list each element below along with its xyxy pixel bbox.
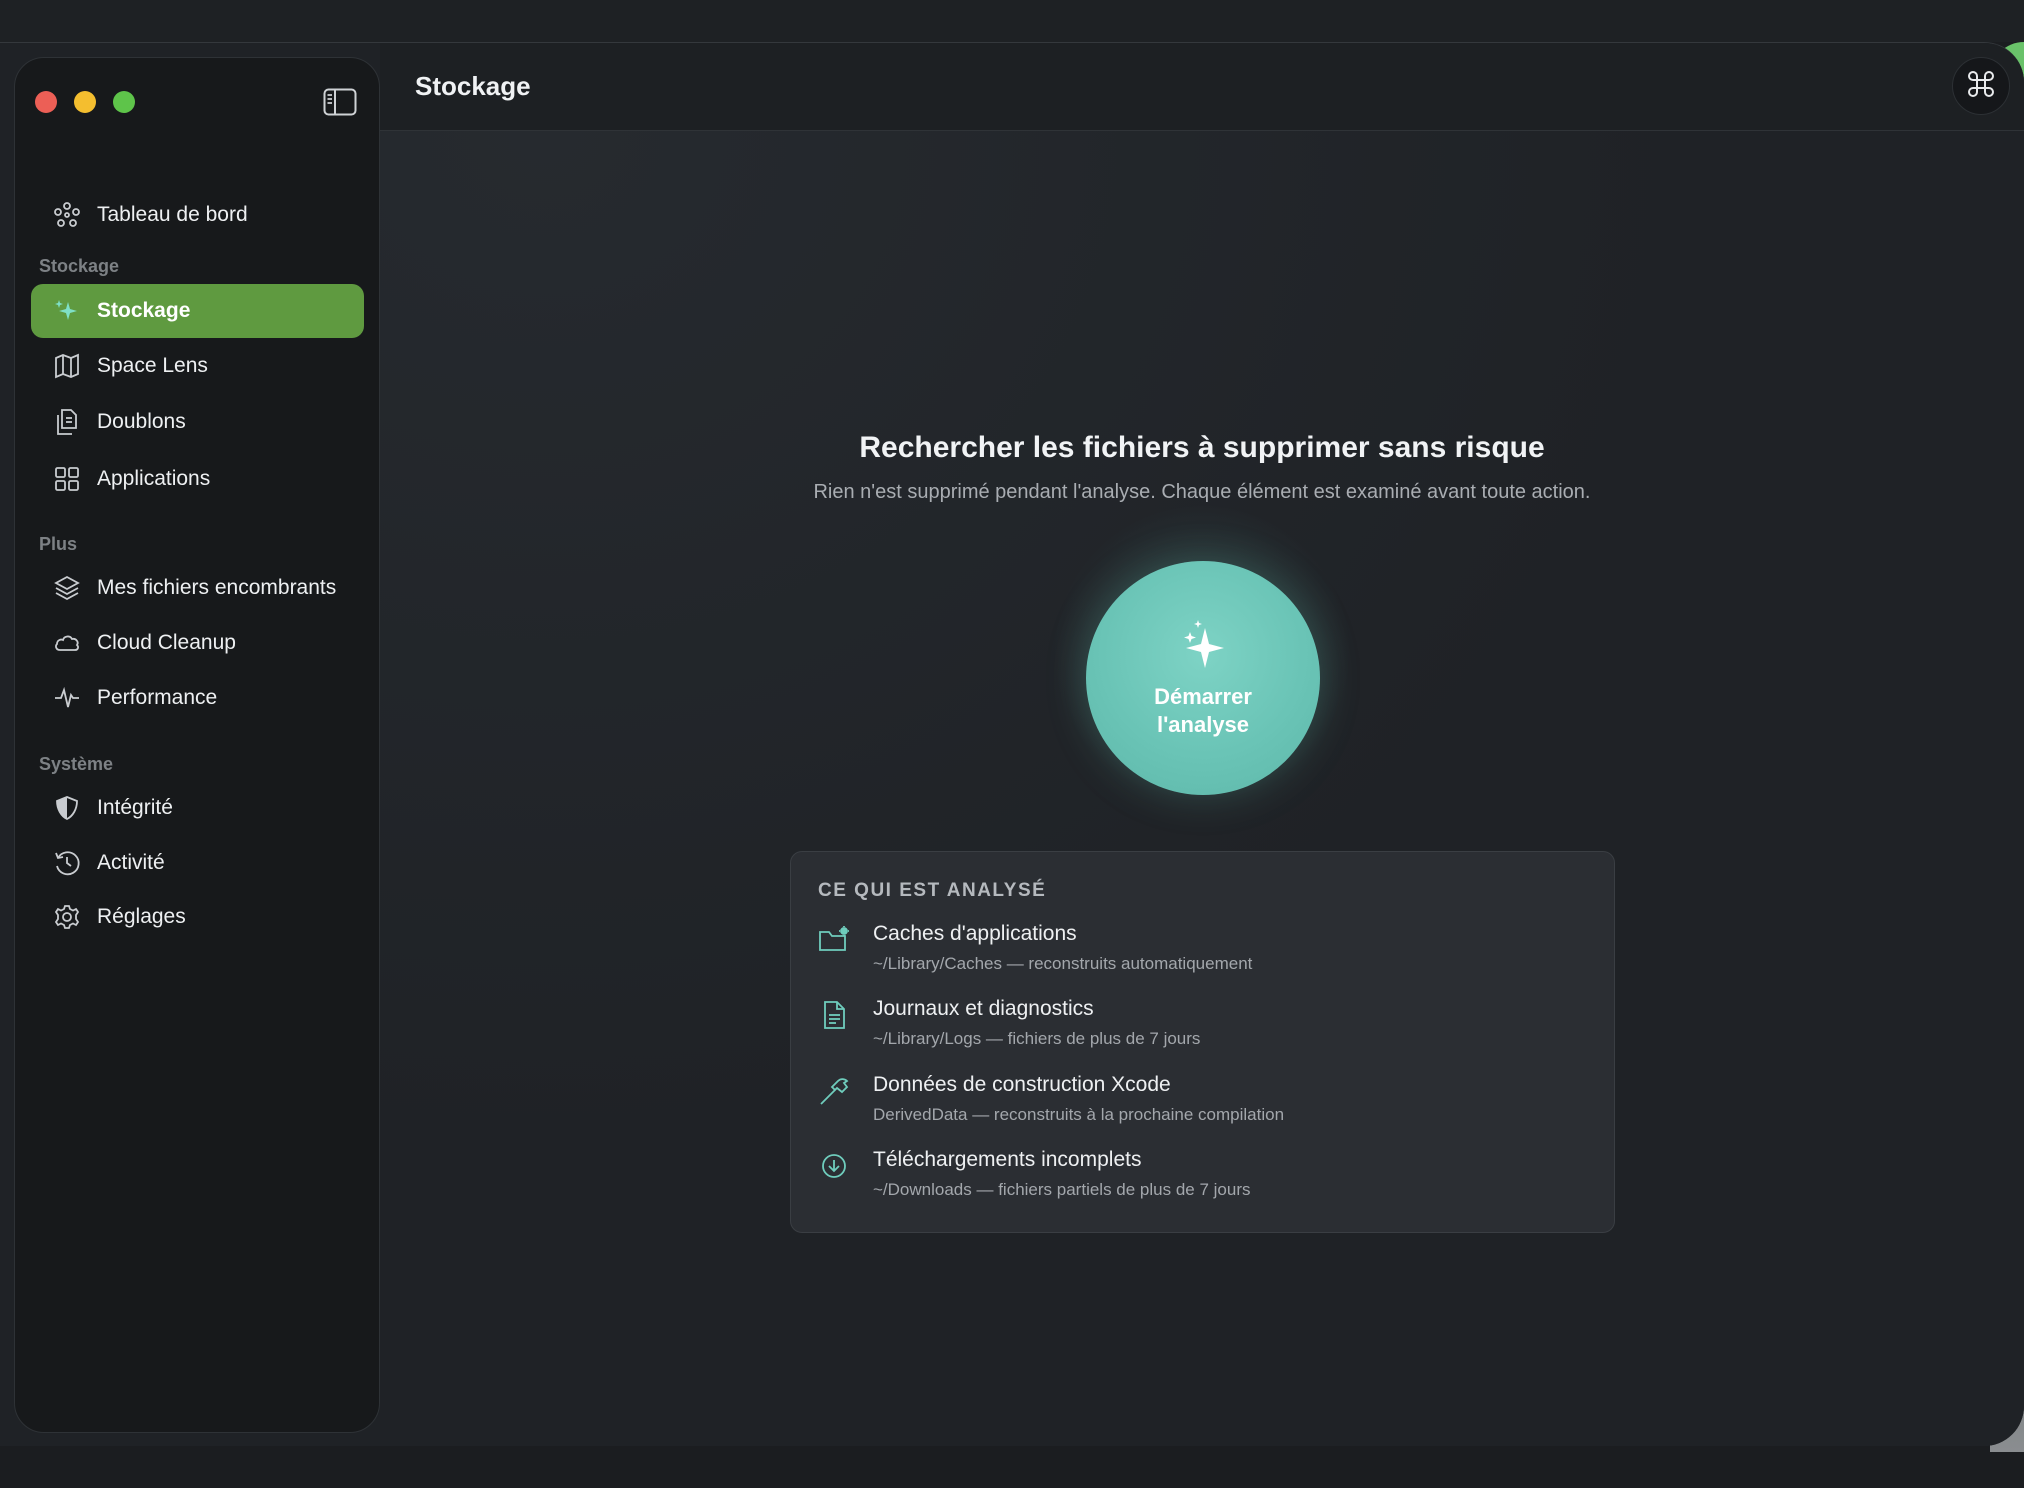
scan-item-downloads: Téléchargements incomplets ~/Downloads —… — [818, 1148, 1598, 1212]
start-scan-label: Démarrer l'analyse — [1154, 683, 1252, 737]
panel-title: CE QUI EST ANALYSÉ — [818, 880, 1047, 901]
sidebar-item-label: Performance — [97, 686, 218, 709]
sparkles-icon — [1178, 618, 1228, 677]
sparkles-icon — [53, 297, 81, 325]
pulse-icon — [53, 684, 81, 712]
scan-item-title: Données de construction Xcode — [873, 1073, 1171, 1096]
top-strip — [0, 0, 2024, 42]
toolbar: Stockage — [380, 43, 2024, 131]
start-scan-button[interactable]: Démarrer l'analyse — [1086, 561, 1320, 795]
sidebar-item-dashboard[interactable]: Tableau de bord — [31, 188, 364, 242]
scan-item-title: Journaux et diagnostics — [873, 997, 1094, 1020]
sidebar-item-space-lens[interactable]: Space Lens — [31, 339, 364, 393]
sidebar-item-label: Applications — [97, 467, 211, 490]
section-label-storage: Stockage — [39, 256, 120, 276]
scan-scope-panel: CE QUI EST ANALYSÉ Caches d'applications… — [790, 851, 1615, 1233]
sidebar-item-settings[interactable]: Réglages — [31, 890, 364, 944]
minimize-window-button[interactable] — [74, 91, 96, 113]
sidebar-item-label: Space Lens — [97, 354, 208, 377]
sidebar-item-label: Tableau de bord — [97, 203, 248, 226]
scan-item-subtitle: ~/Library/Logs — fichiers de plus de 7 j… — [873, 1029, 1201, 1048]
document-icon — [818, 999, 850, 1031]
download-circle-icon — [818, 1150, 850, 1182]
sidebar-item-label: Réglages — [97, 905, 186, 928]
section-label-more: Plus — [39, 534, 78, 554]
scan-item-subtitle: ~/Library/Caches — reconstruits automati… — [873, 954, 1253, 973]
close-window-button[interactable] — [35, 91, 57, 113]
sidebar-item-storage[interactable]: Stockage — [31, 284, 364, 338]
history-icon — [53, 849, 81, 877]
section-label-system: Système — [39, 754, 114, 774]
main-headline: Rechercher les fichiers à supprimer sans… — [859, 431, 1545, 464]
gear-icon — [53, 903, 81, 931]
sidebar-item-activity[interactable]: Activité — [31, 836, 364, 890]
main-content: Rechercher les fichiers à supprimer sans… — [380, 131, 2024, 1446]
main-subtitle: Rien n'est supprimé pendant l'analyse. C… — [813, 481, 1591, 503]
command-icon — [1966, 69, 1996, 104]
shield-icon — [53, 794, 81, 822]
scan-item-app-caches: Caches d'applications ~/Library/Caches —… — [818, 922, 1598, 986]
sidebar-item-label: Doublons — [97, 410, 186, 433]
duplicate-files-icon — [53, 408, 81, 436]
sidebar-item-label: Cloud Cleanup — [97, 631, 236, 654]
sidebar-item-cloud-cleanup[interactable]: Cloud Cleanup — [31, 616, 364, 670]
sidebar-item-label: Mes fichiers encombrants — [97, 576, 337, 599]
sidebar-item-duplicates[interactable]: Doublons — [31, 395, 364, 449]
scan-item-subtitle: ~/Downloads — fichiers partiels de plus … — [873, 1180, 1251, 1199]
sidebar-toggle-icon[interactable] — [323, 88, 357, 116]
map-icon — [53, 352, 81, 380]
sidebar-item-performance[interactable]: Performance — [31, 671, 364, 725]
scan-item-xcode: Données de construction Xcode DerivedDat… — [818, 1073, 1598, 1137]
sidebar-item-label: Intégrité — [97, 796, 173, 819]
sidebar-item-large-files[interactable]: Mes fichiers encombrants — [31, 561, 364, 615]
scan-item-title: Caches d'applications — [873, 922, 1077, 945]
scan-item-title: Téléchargements incomplets — [873, 1148, 1142, 1171]
zoom-window-button[interactable] — [113, 91, 135, 113]
scan-item-logs: Journaux et diagnostics ~/Library/Logs —… — [818, 997, 1598, 1061]
layers-icon — [53, 574, 81, 602]
folder-gear-icon — [818, 924, 850, 956]
command-palette-button[interactable] — [1952, 57, 2010, 115]
app-window: Tableau de bord Stockage Stockage Space … — [0, 42, 2024, 1446]
hammer-icon — [818, 1075, 850, 1107]
scan-item-subtitle: DerivedData — reconstruits à la prochain… — [873, 1105, 1285, 1124]
sidebar-item-label: Activité — [97, 851, 165, 874]
grid-icon — [53, 465, 81, 493]
sidebar-item-applications[interactable]: Applications — [31, 452, 364, 506]
page-title: Stockage — [415, 71, 531, 101]
sidebar-item-integrity[interactable]: Intégrité — [31, 781, 364, 835]
desktop: Tableau de bord Stockage Stockage Space … — [0, 0, 2024, 1488]
sidebar: Tableau de bord Stockage Stockage Space … — [14, 57, 380, 1433]
sidebar-item-label: Stockage — [97, 299, 191, 322]
cloud-icon — [53, 629, 81, 657]
dashboard-icon — [53, 201, 81, 229]
